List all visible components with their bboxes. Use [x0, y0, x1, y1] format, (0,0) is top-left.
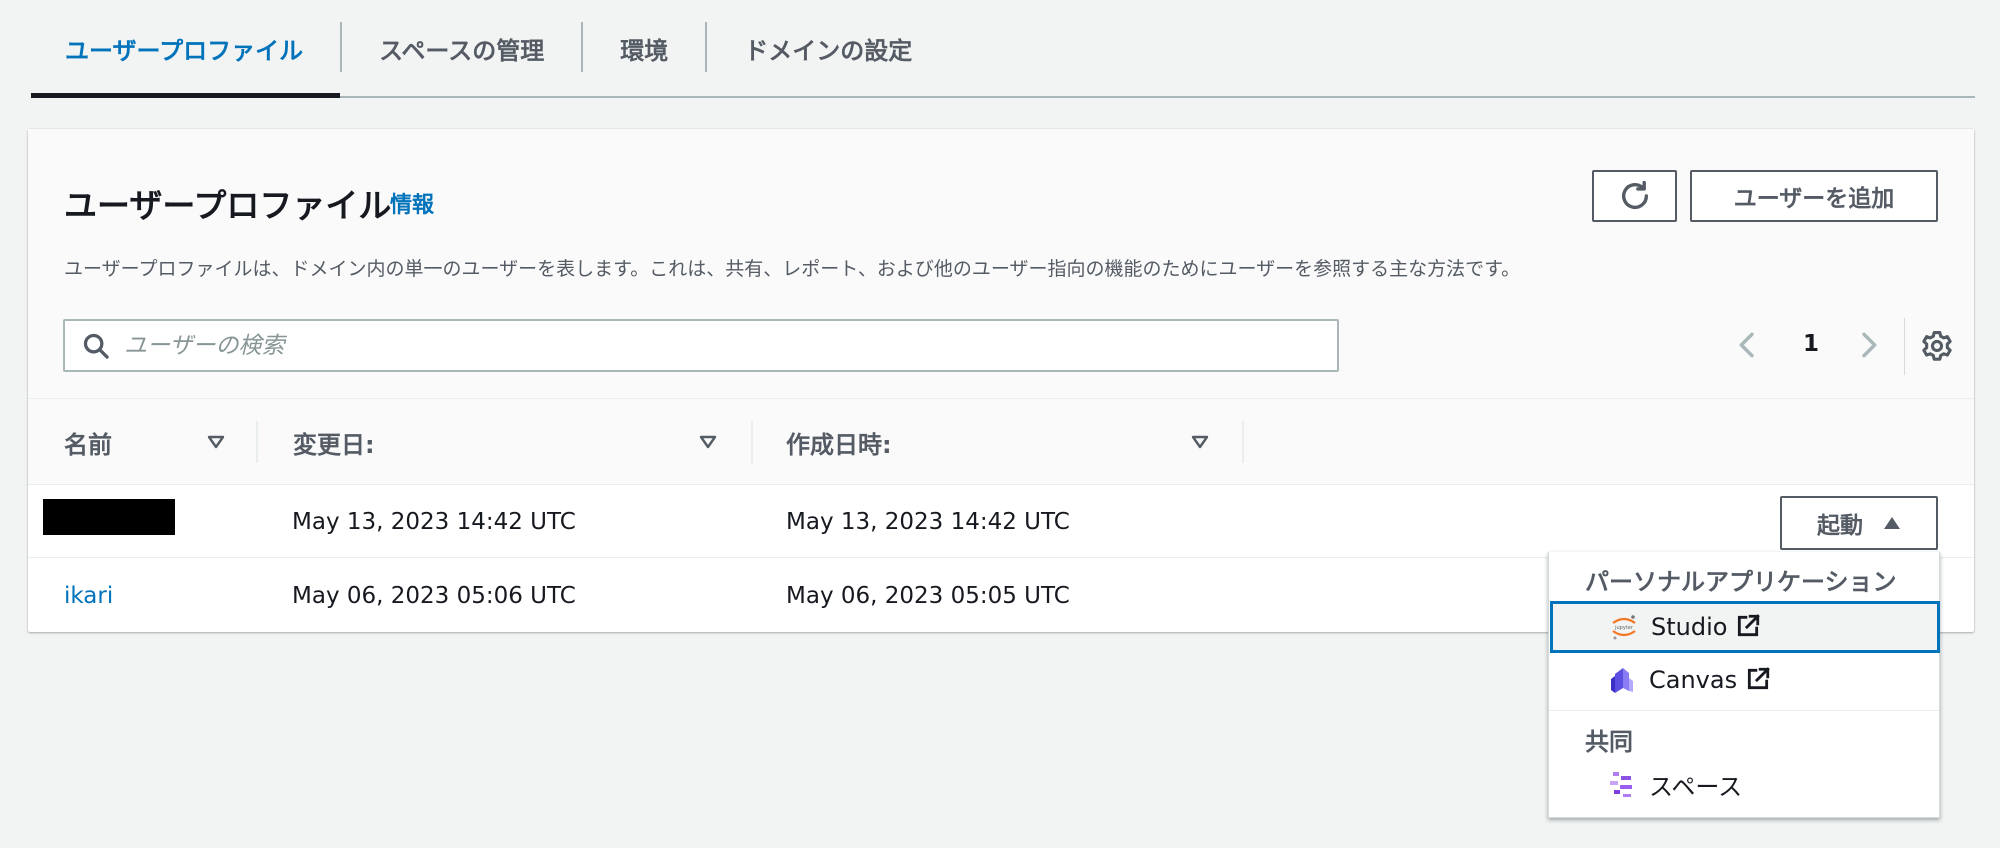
column-divider	[256, 421, 258, 463]
column-divider	[1242, 421, 1244, 463]
created-date-cell: May 13, 2023 14:42 UTC	[786, 508, 1070, 535]
sort-icon[interactable]	[206, 434, 226, 450]
previous-page-icon[interactable]	[1732, 329, 1764, 361]
add-user-button[interactable]: ユーザーを追加	[1690, 170, 1938, 222]
panel-description: ユーザープロファイルは、ドメイン内の単一のユーザーを表します。これは、共有、レポ…	[64, 258, 1521, 280]
launch-button[interactable]: 起動	[1780, 496, 1938, 550]
refresh-button[interactable]	[1592, 170, 1677, 222]
column-divider	[751, 421, 753, 463]
refresh-icon	[1621, 180, 1648, 209]
tab-space-management[interactable]: スペースの管理	[342, 0, 581, 96]
panel-header: ユーザープロファイル 情報 ユーザーを追加 ユーザープロファイルは、ドメイン内の…	[28, 129, 1974, 399]
menu-group-label: 共同	[1585, 728, 1633, 756]
column-header-modified[interactable]: 変更日:	[293, 399, 593, 485]
menu-item-spaces[interactable]: スペース	[1551, 758, 1937, 810]
canvas-icon	[1611, 668, 1633, 693]
menu-item-label: Canvas	[1649, 666, 1771, 694]
tab-environment[interactable]: 環境	[583, 0, 705, 96]
launch-button-label: 起動	[1817, 512, 1863, 538]
svg-text:jupyter: jupyter	[1614, 625, 1634, 631]
caret-up-icon	[1884, 517, 1900, 529]
external-link-icon	[1748, 667, 1770, 690]
menu-item-label: Studio	[1651, 613, 1761, 641]
current-page[interactable]: 1	[1803, 331, 1819, 357]
user-name-link[interactable]: ikari	[64, 559, 113, 632]
modified-date-cell: May 06, 2023 05:06 UTC	[292, 582, 576, 609]
launch-dropdown-menu: パーソナルアプリケーション jupyter Studio Canvas 共同 ス…	[1548, 552, 1940, 818]
search-icon	[83, 333, 109, 359]
tab-domain-settings[interactable]: ドメインの設定	[707, 0, 949, 96]
sort-icon[interactable]	[1190, 434, 1210, 450]
external-link-icon	[1738, 614, 1761, 637]
tab-label: ユーザープロファイル	[65, 36, 304, 65]
spaces-icon	[1610, 772, 1632, 797]
menu-group-label: パーソナルアプリケーション	[1585, 568, 1897, 596]
column-header-label: 変更日:	[293, 430, 375, 459]
next-page-icon[interactable]	[1852, 329, 1884, 361]
created-date-cell: May 06, 2023 05:05 UTC	[786, 582, 1070, 609]
redacted-user-name	[43, 499, 175, 535]
column-header-label: 名前	[64, 430, 112, 459]
pager-divider	[1904, 318, 1905, 375]
table-header: 名前 変更日: 作成日時:	[28, 399, 1974, 485]
info-link[interactable]: 情報	[390, 187, 434, 219]
tab-bar: ユーザープロファイル スペースの管理 環境 ドメインの設定	[31, 0, 1975, 98]
gear-icon[interactable]	[1920, 329, 1954, 363]
jupyter-icon: jupyter	[1612, 615, 1636, 640]
tab-label: スペースの管理	[379, 36, 545, 65]
menu-item-canvas[interactable]: Canvas	[1551, 654, 1937, 706]
modified-date-cell: May 13, 2023 14:42 UTC	[292, 508, 576, 535]
sort-icon[interactable]	[698, 434, 718, 450]
search-input[interactable]	[124, 332, 1304, 359]
column-header-created[interactable]: 作成日時:	[786, 399, 1086, 485]
table-row[interactable]: May 13, 2023 14:42 UTC May 13, 2023 14:4…	[28, 485, 1974, 558]
tab-user-profiles[interactable]: ユーザープロファイル	[31, 0, 341, 98]
tab-label: ドメインの設定	[744, 36, 913, 65]
menu-divider	[1549, 710, 1939, 711]
panel-title: ユーザープロファイル	[64, 186, 392, 225]
column-header-label: 作成日時:	[786, 430, 892, 459]
search-box	[63, 319, 1339, 372]
menu-item-label: スペース	[1649, 772, 1743, 801]
tab-label: 環境	[620, 36, 669, 65]
menu-item-studio[interactable]: jupyter Studio	[1550, 601, 1940, 653]
